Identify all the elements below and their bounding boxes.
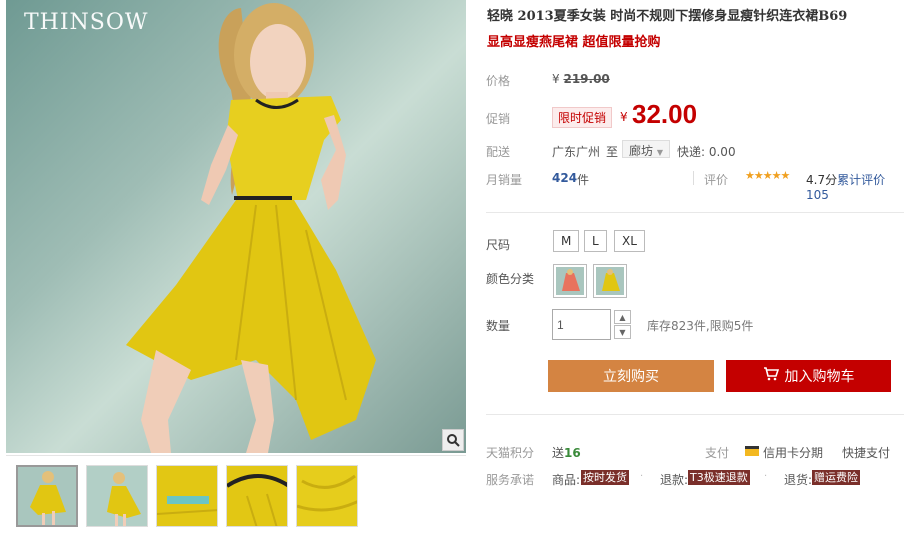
color-label: 颜色分类 — [486, 272, 535, 286]
promo-label: 促销 — [486, 112, 511, 126]
thumbnail-5[interactable] — [296, 465, 358, 527]
add-to-cart-label: 加入购物车 — [784, 369, 855, 385]
rating-score: 4.7分 — [806, 173, 838, 187]
chevron-down-icon: ▼ — [619, 327, 626, 337]
quick-pay-link[interactable]: 快捷支付 — [842, 444, 890, 461]
thumbnail-4[interactable] — [226, 465, 288, 527]
quantity-input[interactable]: 1 — [552, 309, 611, 340]
dot-separator: · — [640, 471, 644, 482]
main-product-image[interactable]: THINSOW — [6, 0, 466, 453]
color-option-2[interactable] — [593, 264, 627, 298]
color-option-1[interactable] — [553, 264, 587, 298]
buy-now-label: 立刻购买 — [603, 369, 659, 385]
monthly-sales-label: 月销量 — [486, 173, 523, 187]
points-info: 送16 — [552, 444, 581, 461]
magnifier-icon[interactable] — [442, 429, 464, 451]
service-return-label: 退货: — [784, 473, 813, 487]
model-illustration — [126, 3, 376, 453]
service-refund-label: 退款: — [660, 473, 689, 487]
original-price: ¥ 219.00 — [552, 72, 610, 86]
payment-label: 支付 — [705, 446, 730, 460]
service-label: 服务承诺 — [486, 473, 535, 487]
size-option-m[interactable]: M — [553, 230, 580, 252]
thumbnail-2[interactable] — [86, 465, 148, 527]
points-value: 16 — [564, 446, 581, 460]
product-title: 轻晓 2013夏季女装 时尚不规则下摆修身显瘦针织连衣裙B69 — [487, 9, 848, 24]
service-badge-ontime[interactable]: 按时发货 — [581, 470, 629, 485]
promo-price: 32.00 — [632, 99, 698, 129]
thumbnail-strip — [6, 455, 466, 535]
points-prefix: 送 — [552, 446, 565, 460]
size-label: 尺码 — [486, 238, 511, 252]
destination-city: 廊坊 — [629, 144, 654, 158]
ship-to-word: 至 — [606, 145, 619, 159]
sales-unit: 件 — [577, 173, 590, 187]
buy-now-button[interactable]: 立刻购买 — [548, 360, 714, 392]
shipping-label: 配送 — [486, 145, 511, 159]
chevron-down-icon: ▼ — [656, 148, 663, 157]
cart-icon — [763, 367, 779, 385]
destination-select[interactable]: 廊坊 ▼ — [622, 140, 670, 158]
monthly-sales-value: 424 — [552, 171, 578, 185]
quantity-increase-button[interactable]: ▲ — [614, 310, 631, 324]
quantity-decrease-button[interactable]: ▼ — [614, 325, 631, 339]
chevron-up-icon: ▲ — [619, 312, 626, 322]
divider — [693, 171, 694, 185]
points-label: 天猫积分 — [486, 446, 535, 460]
credit-installment-link[interactable]: 信用卡分期 — [763, 444, 823, 461]
product-subtitle: 显高显瘦燕尾裙 超值限量抢购 — [487, 35, 661, 50]
dot-separator: · — [764, 471, 768, 482]
price-label: 价格 — [486, 74, 511, 88]
service-badge-return[interactable]: 赠运费险 — [812, 470, 860, 485]
credit-card-icon — [745, 446, 759, 456]
currency-symbol: ¥ — [620, 110, 628, 124]
star-rating-icon: ★★★★★ — [745, 169, 790, 182]
original-price-value: 219.00 — [563, 72, 610, 86]
currency-symbol: ¥ — [552, 72, 560, 86]
add-to-cart-button[interactable]: 加入购物车 — [726, 360, 891, 392]
rating-summary[interactable]: 4.7分累计评价105 — [806, 171, 904, 202]
service-badge-refund[interactable]: T3极速退款 — [688, 470, 750, 485]
size-option-l[interactable]: L — [584, 230, 607, 252]
promo-tag: 限时促销 — [552, 107, 613, 128]
section-divider — [486, 414, 904, 415]
quantity-label: 数量 — [486, 319, 511, 333]
section-divider — [486, 212, 904, 213]
thumbnail-1[interactable] — [16, 465, 78, 527]
thumbnail-3[interactable] — [156, 465, 218, 527]
size-option-xl[interactable]: XL — [614, 230, 645, 252]
express-fee: 快递: 0.00 — [677, 145, 736, 159]
stock-info: 库存823件,限购5件 — [647, 319, 754, 333]
service-goods-label: 商品: — [552, 473, 581, 487]
rating-label: 评价 — [704, 173, 729, 187]
ship-from: 广东广州 — [552, 145, 601, 159]
brand-watermark: THINSOW — [24, 10, 149, 35]
